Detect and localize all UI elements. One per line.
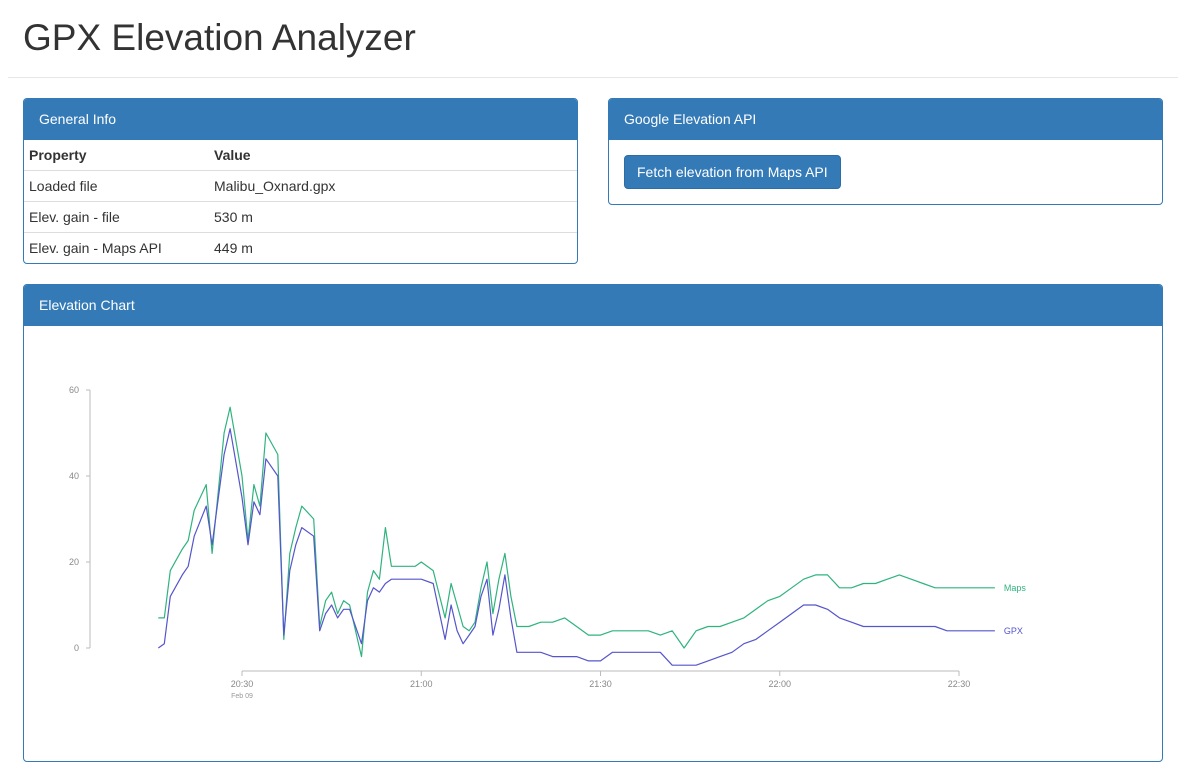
- elevation-chart-panel: Elevation Chart 0 20 40 60 20:30 Feb 09 21:00…: [23, 284, 1163, 762]
- general-info-heading: General Info: [24, 99, 577, 140]
- row-value: Malibu_Oxnard.gpx: [209, 169, 577, 201]
- x-tick-sublabel: Feb 09: [231, 693, 253, 700]
- x-tick-label: 22:00: [768, 679, 791, 689]
- series-line-gpx: [157, 428, 995, 666]
- series-label-maps: Maps: [1004, 583, 1027, 593]
- column-header-property: Property: [29, 146, 87, 163]
- x-tick-label: 22:30: [948, 679, 971, 689]
- google-elevation-heading: Google Elevation API: [609, 99, 1162, 140]
- y-tick-label: 20: [69, 557, 79, 567]
- x-tick-label: 20:30: [231, 679, 254, 689]
- row-value: 449 m: [209, 231, 577, 263]
- row-property: Elev. gain - Maps API: [24, 231, 209, 263]
- column-header-value: Value: [214, 146, 251, 163]
- google-elevation-panel: Google Elevation API Fetch elevation fro…: [608, 98, 1163, 205]
- x-tick-label: 21:30: [589, 679, 612, 689]
- table-header-row: Property Value: [24, 140, 577, 170]
- fetch-elevation-button[interactable]: Fetch elevation from Maps API: [624, 155, 841, 189]
- row-property: Loaded file: [24, 169, 209, 201]
- table-row: Elev. gain - file 530 m: [24, 200, 577, 232]
- general-info-table: Property Value Loaded file Malibu_Oxnard…: [24, 140, 577, 263]
- row-value: 530 m: [209, 200, 577, 232]
- y-axis: 0 20 40 60: [69, 385, 91, 653]
- table-row: Elev. gain - Maps API 449 m: [24, 231, 577, 263]
- title-divider: [8, 77, 1178, 78]
- series-label-gpx: GPX: [1004, 626, 1023, 636]
- x-tick-label: 21:00: [410, 679, 433, 689]
- y-tick-label: 60: [69, 385, 79, 395]
- table-row: Loaded file Malibu_Oxnard.gpx: [24, 169, 577, 201]
- y-tick-label: 0: [74, 643, 79, 653]
- elevation-chart: 0204060 20:30Feb 0921:00 21:30 22:00 22:30 …: [69, 385, 1027, 700]
- elevation-chart-heading: Elevation Chart: [24, 285, 1162, 326]
- x-axis: 20:30 Feb 09 21:00 21:30 22:00 22:30: [231, 670, 971, 700]
- general-info-panel: General Info Property Value Loaded file …: [23, 98, 578, 264]
- page-title: GPX Elevation Analyzer: [23, 17, 416, 58]
- row-property: Elev. gain - file: [24, 200, 209, 232]
- series-layer: Maps GPX: [157, 406, 1027, 666]
- y-tick-label: 40: [69, 471, 79, 481]
